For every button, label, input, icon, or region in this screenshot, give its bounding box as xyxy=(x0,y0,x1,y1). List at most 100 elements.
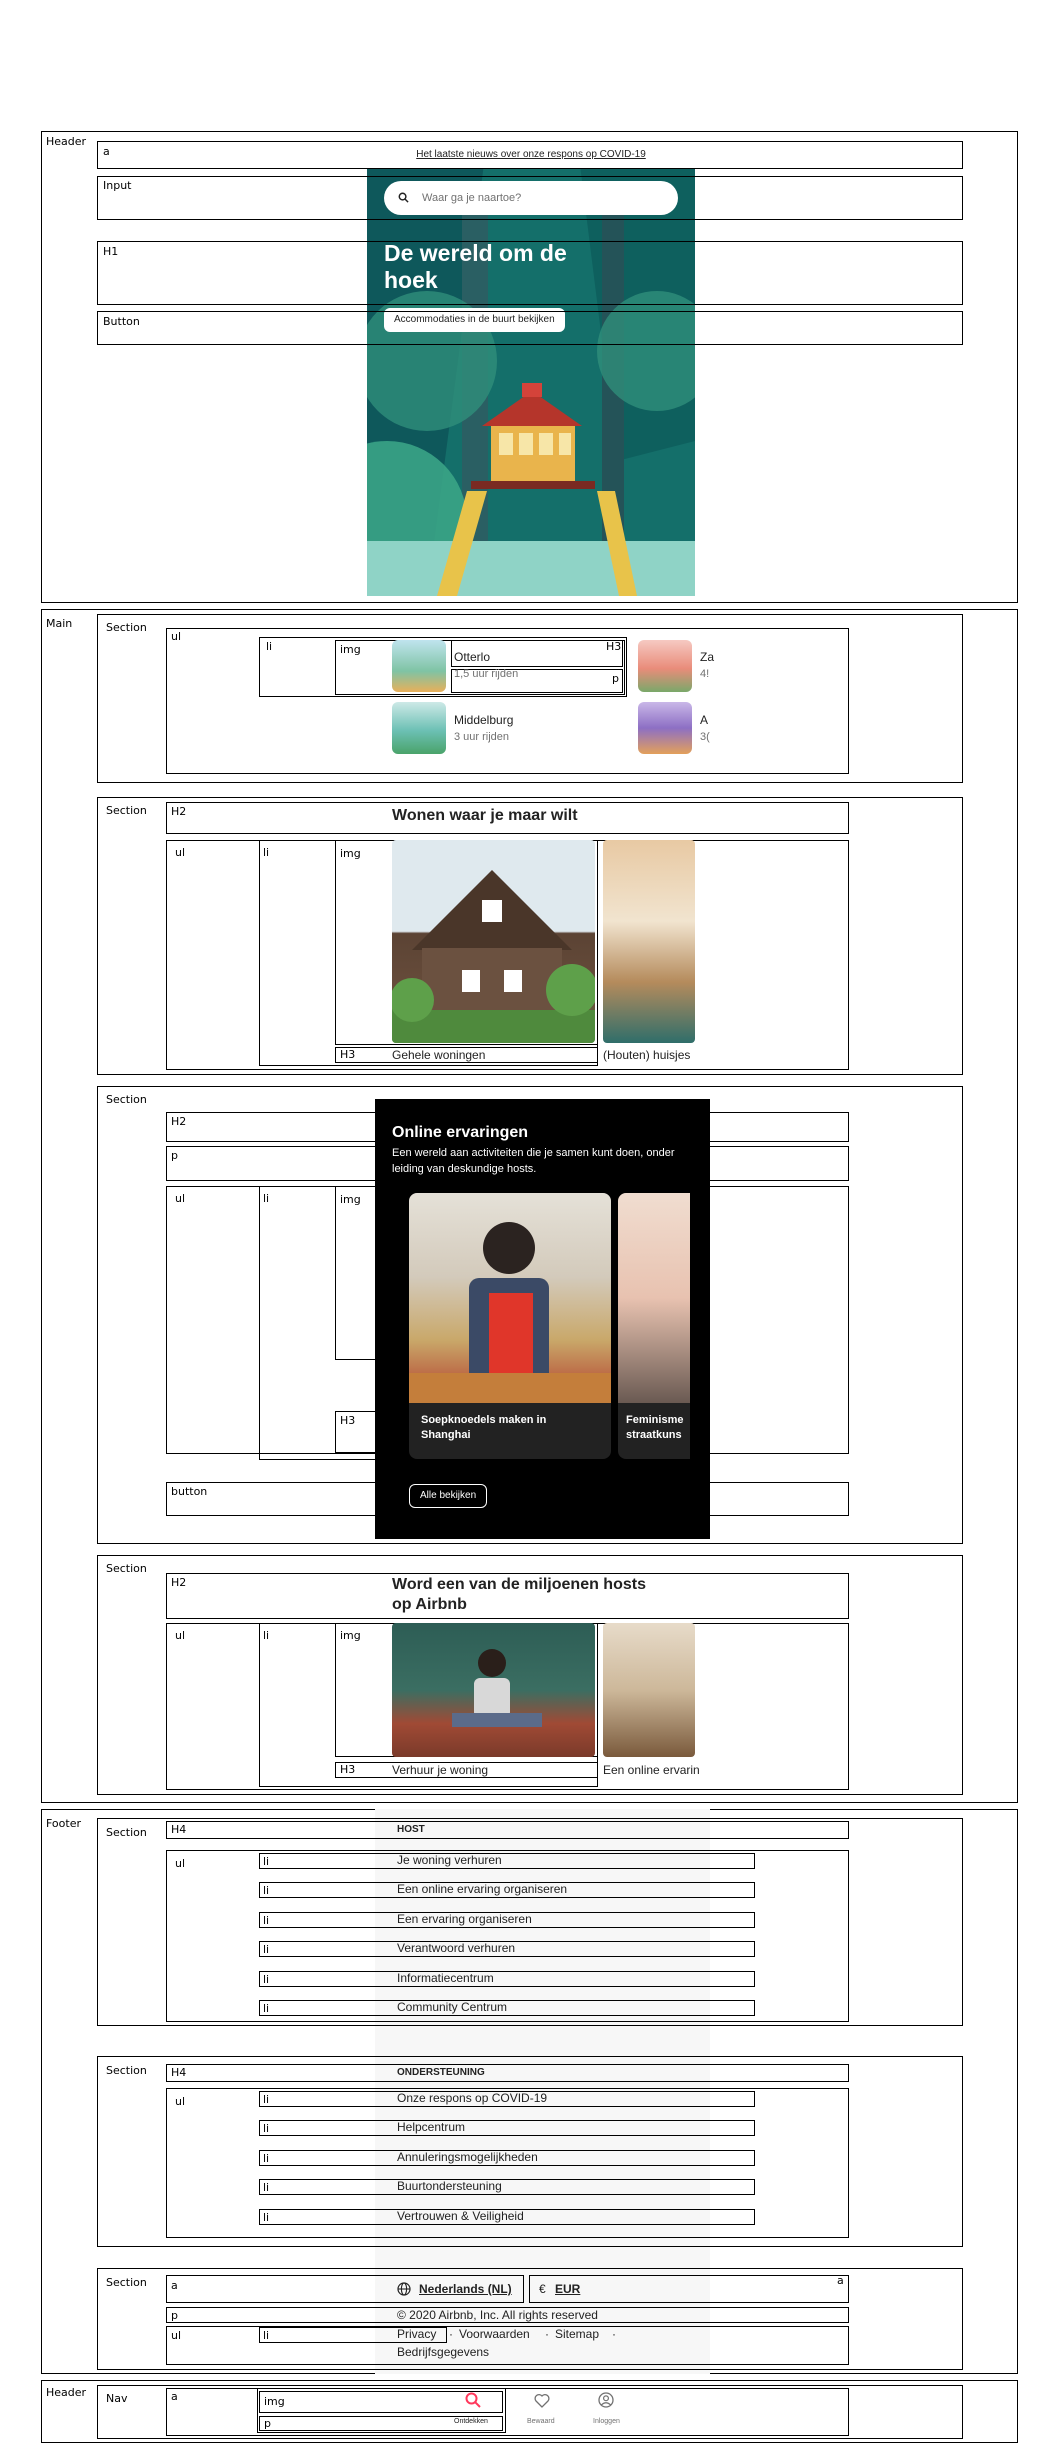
p-tag: p xyxy=(171,1149,178,1162)
whole-homes-image[interactable] xyxy=(392,840,595,1043)
outline-ul xyxy=(166,1850,849,2022)
online-description: Een wereld aan activiteiten die je samen… xyxy=(392,1147,675,1175)
li-tag: li xyxy=(263,1192,270,1205)
online-card-title: Feminisme straatkuns xyxy=(626,1414,684,1441)
host-experience-image[interactable] xyxy=(603,1623,695,1757)
nav-label-login[interactable]: Inloggen xyxy=(593,2418,620,2425)
footer-link[interactable]: Buurtondersteuning xyxy=(397,2179,502,2193)
li-tag: li xyxy=(263,2152,270,2165)
outline-li xyxy=(259,1853,755,1869)
separator: · xyxy=(545,2327,549,2341)
outline-input-tag: Input xyxy=(103,179,132,192)
li-tag: li xyxy=(263,1855,270,1868)
p-tag: p xyxy=(171,2309,178,2322)
li-tag: li xyxy=(263,1629,270,1642)
outline-input xyxy=(97,176,963,220)
company-details-link[interactable]: Bedrijfsgegevens xyxy=(397,2345,489,2359)
footer-link[interactable]: Informatiecentrum xyxy=(397,1971,494,1985)
section-tag: Section xyxy=(106,1826,147,1839)
section-tag: Section xyxy=(106,2276,147,2289)
button-tag: button xyxy=(171,1485,208,1498)
language-selector[interactable]: Nederlands (NL) xyxy=(419,2282,512,2296)
section-tag: Section xyxy=(106,1562,147,1575)
nearby-name[interactable]: Otterlo xyxy=(454,650,490,664)
outline-a xyxy=(97,141,963,169)
nearby-thumb-middelburg[interactable] xyxy=(392,702,446,754)
nearby-name[interactable]: Za xyxy=(700,650,714,664)
privacy-link[interactable]: Privacy xyxy=(397,2327,436,2341)
all-experiences-button[interactable]: Alle bekijken xyxy=(409,1484,488,1508)
online-card-image xyxy=(618,1193,690,1403)
footer-link[interactable]: Vertrouwen & Veiligheid xyxy=(397,2209,524,2223)
h2-tag: H2 xyxy=(171,1115,187,1128)
li-tag: li xyxy=(263,2329,270,2342)
terms-link[interactable]: Voorwaarden xyxy=(459,2327,530,2341)
rent-home-label[interactable]: Verhuur je woning xyxy=(392,1763,488,1777)
ul-tag: ul xyxy=(171,2329,182,2342)
nav-label-explore[interactable]: Ontdekken xyxy=(454,2418,488,2425)
rent-home-image[interactable] xyxy=(392,1623,595,1757)
whole-homes-label[interactable]: Gehele woningen xyxy=(392,1048,485,1062)
h2-tag: H2 xyxy=(171,805,187,818)
a-tag: a xyxy=(171,2390,178,2403)
currency-selector[interactable]: EUR xyxy=(555,2282,580,2296)
h4-tag: H4 xyxy=(171,2066,187,2079)
outline-button xyxy=(97,311,963,345)
nav-label-saved[interactable]: Bewaard xyxy=(527,2418,555,2425)
online-card-image xyxy=(409,1193,611,1403)
h4-tag: H4 xyxy=(171,1823,187,1836)
footer-support-heading: ONDERSTEUNING xyxy=(397,2067,485,2078)
footer-host-heading: HOST xyxy=(397,1824,425,1835)
section-tag: Section xyxy=(106,2064,147,2077)
img-tag: img xyxy=(340,1193,361,1206)
nearby-thumb-4[interactable] xyxy=(638,702,692,754)
ul-tag: ul xyxy=(175,846,186,859)
a-tag: a xyxy=(837,2274,844,2287)
footer-link[interactable]: Verantwoord verhuren xyxy=(397,1941,515,1955)
li-tag: li xyxy=(263,2181,270,2194)
li-tag: li xyxy=(263,2002,270,2015)
footer-link[interactable]: Helpcentrum xyxy=(397,2120,465,2134)
outline-li xyxy=(259,2179,755,2195)
h2-tag: H2 xyxy=(171,1576,187,1589)
nav-tag: Nav xyxy=(106,2392,128,2405)
nearby-name[interactable]: A xyxy=(700,713,708,727)
cabins-label[interactable]: (Houten) huisjes xyxy=(603,1048,690,1062)
nearby-time: 1,5 uur rijden xyxy=(454,668,519,680)
outline-h1 xyxy=(97,241,963,305)
h3-tag: H3 xyxy=(340,1048,356,1061)
online-card[interactable]: Feminisme straatkuns xyxy=(618,1193,690,1459)
li-tag: li xyxy=(263,1884,270,1897)
host-experience-label[interactable]: Een online ervarin xyxy=(603,1763,700,1777)
footer-link[interactable]: Een ervaring organiseren xyxy=(397,1912,532,1926)
search-icon[interactable] xyxy=(465,2392,481,2408)
img-tag: img xyxy=(340,1629,361,1642)
main-tag: Main xyxy=(46,617,73,630)
footer-link[interactable]: Onze respons op COVID-19 xyxy=(397,2091,547,2105)
nearby-thumb-3[interactable] xyxy=(638,640,692,692)
ul-tag: ul xyxy=(175,1629,186,1642)
li-tag: li xyxy=(263,1943,270,1956)
separator: · xyxy=(612,2327,616,2341)
li-tag: li xyxy=(263,1973,270,1986)
cabins-image[interactable] xyxy=(603,840,695,1043)
outline-h4 xyxy=(166,2064,849,2082)
footer-link[interactable]: Je woning verhuren xyxy=(397,1853,502,1867)
footer-link[interactable]: Een online ervaring organiseren xyxy=(397,1882,567,1896)
heart-icon[interactable] xyxy=(534,2393,550,2408)
nearby-time: 3( xyxy=(700,731,710,743)
sitemap-link[interactable]: Sitemap xyxy=(555,2327,599,2341)
user-icon[interactable] xyxy=(598,2392,614,2408)
footer-link[interactable]: Community Centrum xyxy=(397,2000,507,2014)
online-card[interactable]: Soepknoedels maken in Shanghai xyxy=(409,1193,611,1459)
ul-tag: ul xyxy=(175,2095,186,2108)
a-tag: a xyxy=(171,2279,178,2292)
nearby-thumb-otterlo[interactable] xyxy=(392,640,446,692)
host-title: Word een van de miljoenen hosts op Airbn… xyxy=(392,1576,646,1613)
outline-li xyxy=(259,2120,755,2136)
outline-h4 xyxy=(166,1821,849,1839)
li-tag: li xyxy=(263,2122,270,2135)
wonen-title: Wonen waar je maar wilt xyxy=(392,807,578,824)
nearby-name[interactable]: Middelburg xyxy=(454,713,513,727)
footer-link[interactable]: Annuleringsmogelijkheden xyxy=(397,2150,538,2164)
